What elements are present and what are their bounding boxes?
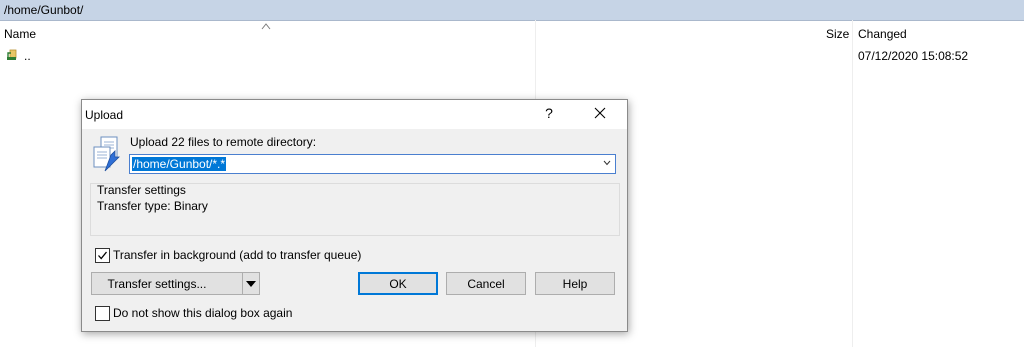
path-bar[interactable]: /home/Gunbot/: [0, 0, 1024, 21]
column-header-size[interactable]: Size: [826, 24, 849, 44]
transfer-settings-dropdown-button[interactable]: [242, 272, 260, 295]
dialog-title: Upload: [85, 108, 124, 122]
parent-folder-icon: [7, 49, 17, 60]
transfer-background-label[interactable]: Transfer in background (add to transfer …: [113, 248, 361, 262]
upload-files-icon: [93, 136, 120, 172]
help-question-icon[interactable]: ?: [542, 105, 556, 121]
checkmark-icon: [98, 251, 108, 260]
cancel-button[interactable]: Cancel: [446, 272, 526, 295]
transfer-settings-group-title: Transfer settings: [97, 183, 186, 197]
ok-button[interactable]: OK: [358, 272, 438, 295]
remote-directory-combobox[interactable]: /home/Gunbot/*.*: [129, 154, 616, 174]
column-header-name[interactable]: Name: [4, 24, 36, 44]
help-button[interactable]: Help: [535, 272, 615, 295]
upload-description: Upload 22 files to remote directory:: [130, 135, 317, 149]
file-name: ..: [24, 49, 31, 63]
transfer-type-text: Transfer type: Binary: [97, 199, 208, 213]
column-header-changed[interactable]: Changed: [858, 24, 907, 44]
column-divider: [852, 20, 853, 347]
dropdown-arrow-icon: [246, 281, 256, 287]
file-changed: 07/12/2020 15:08:52: [858, 49, 969, 63]
transfer-background-checkbox[interactable]: [95, 248, 110, 263]
close-icon[interactable]: [590, 103, 610, 123]
chevron-down-icon[interactable]: [603, 160, 611, 166]
do-not-show-again-label[interactable]: Do not show this dialog box again: [113, 306, 292, 320]
dialog-titlebar[interactable]: Upload ?: [82, 100, 627, 129]
do-not-show-again-checkbox[interactable]: [95, 306, 110, 321]
path-text: /home/Gunbot/: [4, 3, 84, 17]
sort-ascending-icon: [261, 23, 271, 30]
remote-directory-value[interactable]: /home/Gunbot/*.*: [132, 157, 227, 171]
transfer-settings-button[interactable]: Transfer settings...: [91, 272, 243, 295]
upload-dialog: Upload ? Upload 22 files to remote direc…: [81, 99, 628, 332]
